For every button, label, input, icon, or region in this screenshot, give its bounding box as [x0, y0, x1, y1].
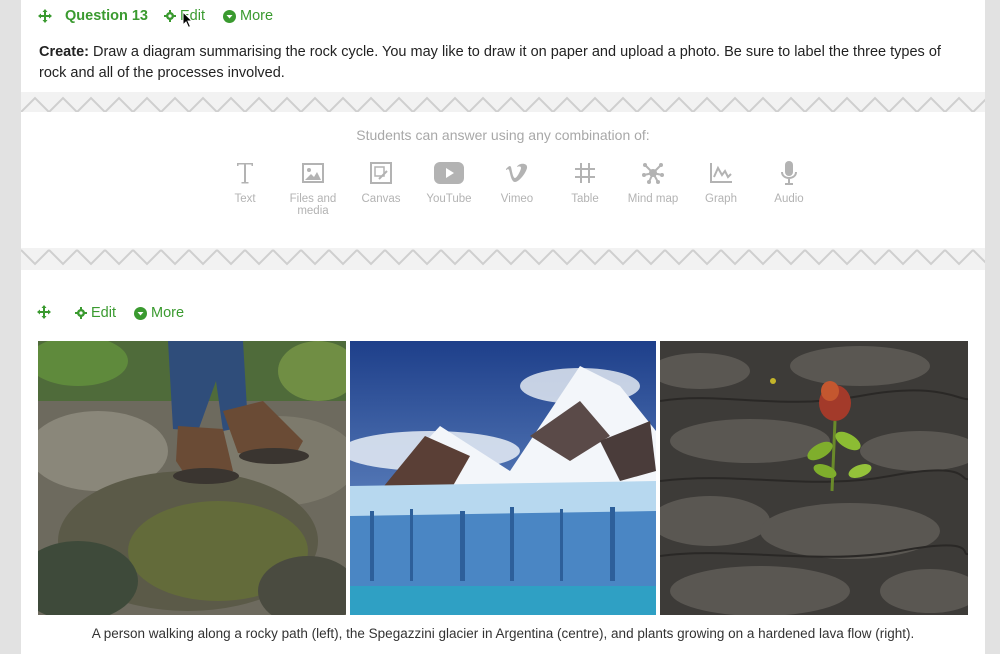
media-block-toolbar: Edit More: [37, 300, 202, 326]
gear-icon: [164, 10, 176, 22]
gear-icon: [75, 307, 87, 319]
canvas-icon: [370, 162, 392, 184]
image-caption: A person walking along a rocky path (lef…: [91, 626, 915, 641]
mouse-cursor-icon: [182, 11, 194, 29]
answer-options-heading: Students can answer using any combinatio…: [356, 127, 650, 143]
more-button[interactable]: More: [134, 305, 184, 321]
image-icon: [302, 163, 324, 183]
option-mind-map[interactable]: Mind map: [619, 158, 687, 217]
option-text[interactable]: Text: [211, 158, 279, 217]
more-label: More: [151, 305, 185, 321]
more-label: More: [240, 8, 274, 24]
left-gutter: [0, 0, 21, 654]
youtube-icon: [434, 162, 464, 184]
option-label: Mind map: [627, 193, 679, 205]
lesson-page: Question 13 Edit More Create: Draw a dia…: [21, 0, 985, 654]
mindmap-icon: [642, 163, 664, 184]
question-toolbar: Question 13 Edit More: [37, 0, 291, 32]
option-label: Audio: [774, 193, 804, 205]
option-youtube[interactable]: YouTube: [415, 158, 483, 217]
more-button[interactable]: More: [223, 8, 273, 24]
option-vimeo[interactable]: Vimeo: [483, 158, 551, 217]
option-label: Files and media: [289, 193, 337, 217]
edit-label: Edit: [91, 305, 116, 321]
zigzag-divider-top: [21, 92, 985, 114]
graph-icon: [710, 163, 732, 183]
microphone-icon: [781, 161, 797, 185]
chevron-down-circle-icon: [223, 9, 236, 23]
option-label: Graph: [705, 193, 737, 205]
right-gutter: [985, 0, 1000, 654]
option-label: Vimeo: [500, 193, 534, 205]
option-graph[interactable]: Graph: [687, 158, 755, 217]
prompt-text: Draw a diagram summarising the rock cycl…: [39, 44, 941, 81]
move-handle-icon[interactable]: [37, 305, 53, 321]
option-files-and-media[interactable]: Files and media: [279, 158, 347, 217]
option-audio[interactable]: Audio: [755, 158, 823, 217]
option-label: Table: [571, 193, 599, 205]
move-handle-icon[interactable]: [37, 8, 53, 24]
photo-lava-flow[interactable]: [660, 341, 968, 615]
vimeo-icon: [506, 163, 528, 182]
zigzag-divider-bottom: [21, 248, 985, 270]
photo-glacier[interactable]: [350, 341, 656, 615]
question-title: Question 13: [65, 8, 148, 24]
option-label: Canvas: [361, 193, 401, 205]
answer-options-list: Text Files and media Canvas YouTube Vime…: [211, 158, 823, 217]
option-label: YouTube: [426, 193, 472, 205]
text-icon: [237, 163, 253, 184]
option-canvas[interactable]: Canvas: [347, 158, 415, 217]
table-icon: [575, 163, 595, 183]
chevron-down-circle-icon: [134, 306, 147, 320]
option-table[interactable]: Table: [551, 158, 619, 217]
image-gallery: [38, 341, 968, 615]
edit-button[interactable]: Edit: [75, 305, 116, 321]
option-label: Text: [234, 193, 256, 205]
question-prompt: Create: Draw a diagram summarising the r…: [39, 42, 969, 84]
photo-rocky-path[interactable]: [38, 341, 346, 615]
prompt-bold: Create:: [39, 44, 89, 60]
